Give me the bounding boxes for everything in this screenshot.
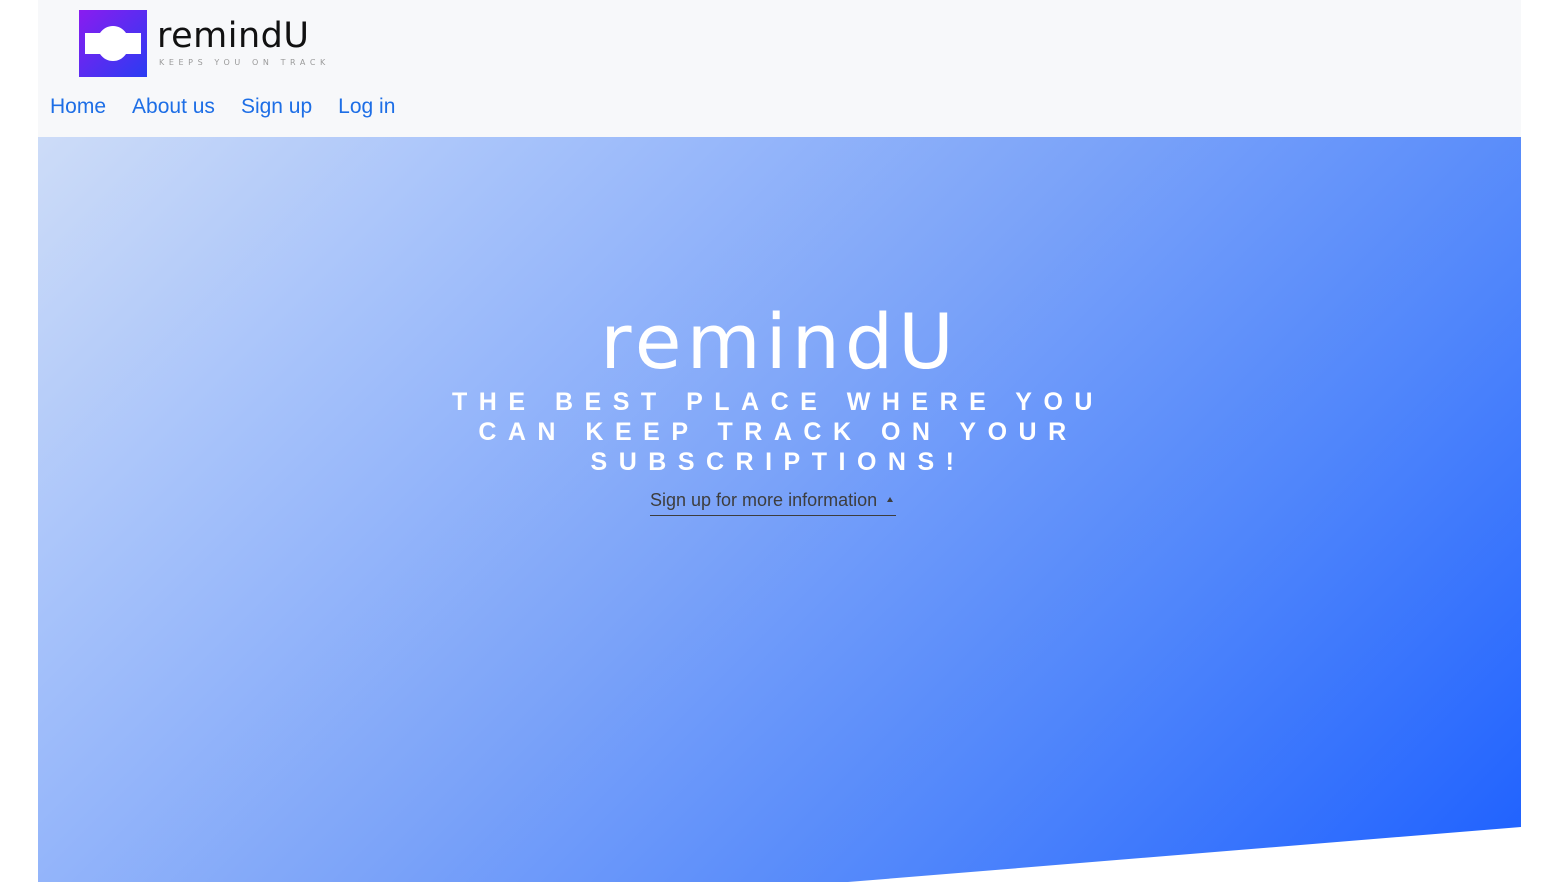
navbar: remindU KEEPS YOU ON TRACK Home About us… — [38, 0, 1521, 137]
main-nav: Home About us Sign up Log in — [50, 93, 421, 121]
page: remindU KEEPS YOU ON TRACK Home About us… — [38, 0, 1521, 882]
hero-section: remindU THE BEST PLACE WHERE YOU CAN KEE… — [38, 137, 1521, 882]
brand-text: remindU KEEPS YOU ON TRACK — [157, 10, 330, 67]
hero-subtitle: THE BEST PLACE WHERE YOU CAN KEEP TRACK … — [452, 388, 1104, 476]
nav-about-link[interactable]: About us — [132, 93, 215, 121]
logo-icon — [79, 10, 147, 77]
brand-logo-link[interactable]: remindU KEEPS YOU ON TRACK — [79, 10, 330, 78]
nav-signup-link[interactable]: Sign up — [241, 93, 312, 121]
caret-up-icon — [887, 496, 894, 502]
nav-home-link[interactable]: Home — [50, 93, 106, 121]
signup-info-label: Sign up for more information — [650, 490, 878, 510]
signup-info-dropdown[interactable]: Sign up for more information — [650, 488, 897, 516]
hero-title: remindU — [600, 297, 959, 386]
brand-tagline: KEEPS YOU ON TRACK — [159, 58, 330, 67]
nav-login-link[interactable]: Log in — [338, 93, 395, 121]
brand-name: remindU — [157, 16, 310, 56]
